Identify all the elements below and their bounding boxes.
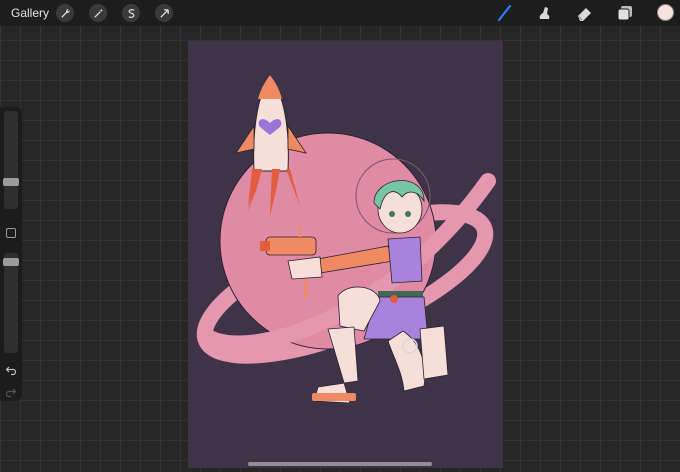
- color-swatch-button[interactable]: [657, 4, 674, 21]
- wrench-icon[interactable]: [56, 4, 74, 22]
- top-toolbar: Gallery: [0, 0, 680, 26]
- magic-wand-icon[interactable]: [89, 4, 107, 22]
- eraser-icon[interactable]: [575, 3, 595, 23]
- redo-icon[interactable]: [5, 386, 17, 398]
- gallery-button[interactable]: Gallery: [11, 6, 49, 20]
- undo-icon[interactable]: [5, 364, 17, 376]
- opacity-thumb[interactable]: [3, 258, 19, 266]
- transform-arrow-icon[interactable]: [155, 4, 173, 22]
- artwork-illustration: [196, 74, 496, 404]
- drawing-canvas[interactable]: [188, 41, 503, 468]
- modify-button[interactable]: [6, 228, 16, 238]
- smudge-icon[interactable]: [535, 3, 555, 23]
- layers-icon[interactable]: [615, 3, 635, 23]
- opacity-slider[interactable]: [4, 253, 18, 353]
- brush-icon[interactable]: [495, 3, 515, 23]
- brush-sidebar: [0, 107, 22, 401]
- home-indicator: [248, 462, 432, 466]
- brush-size-slider[interactable]: [4, 111, 18, 209]
- selection-icon[interactable]: [122, 4, 140, 22]
- brush-size-thumb[interactable]: [3, 178, 19, 186]
